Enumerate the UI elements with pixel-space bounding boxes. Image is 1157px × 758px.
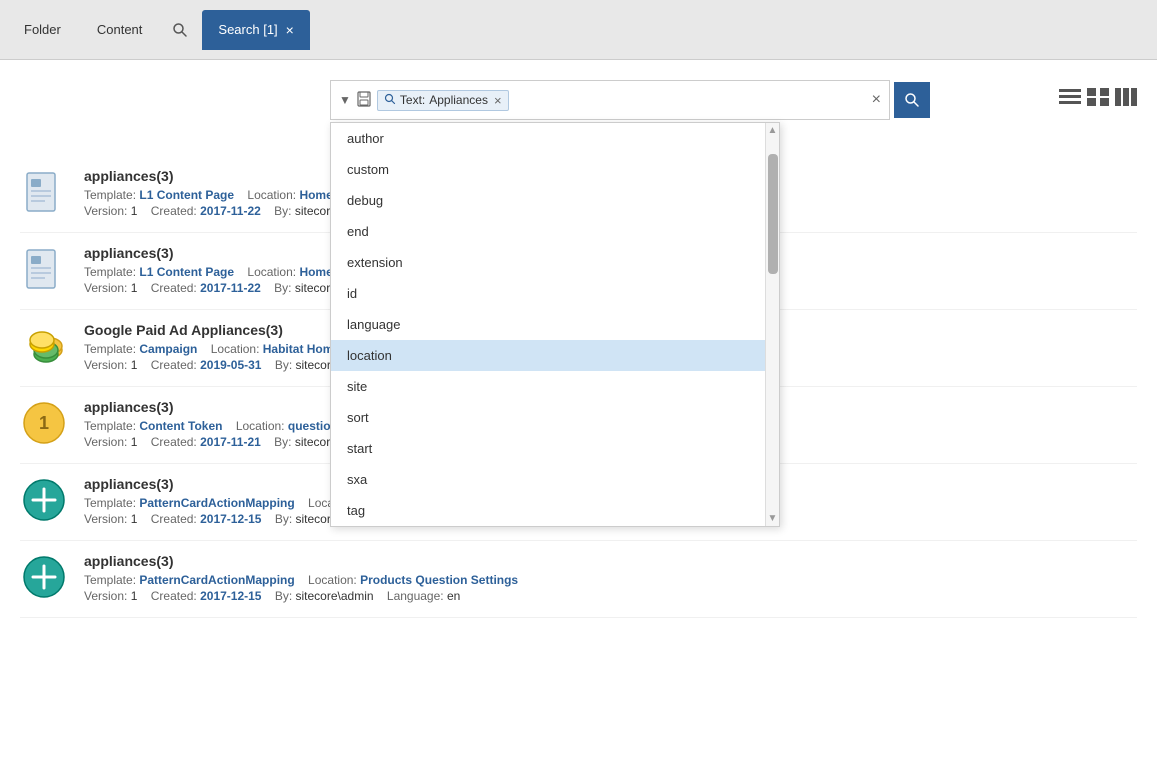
tab-folder[interactable]: Folder — [8, 10, 77, 50]
scrollbar-thumb[interactable] — [768, 154, 778, 274]
svg-text:1: 1 — [39, 413, 49, 433]
dropdown-item-site[interactable]: site — [331, 371, 765, 402]
dropdown-item-tag[interactable]: tag — [331, 495, 765, 526]
tab-folder-label: Folder — [24, 22, 61, 37]
search-tag: Text: Appliances × — [377, 90, 509, 111]
dropdown-item-sxa[interactable]: sxa — [331, 464, 765, 495]
result-meta6-line1: Template: PatternCardActionMapping Locat… — [84, 573, 1137, 587]
tab-search-close-icon[interactable]: × — [286, 22, 294, 38]
search-tag-prefix: Text: — [400, 93, 425, 107]
search-go-button[interactable] — [894, 82, 930, 118]
result-info-6: appliances(3) Template: PatternCardActio… — [84, 553, 1137, 605]
search-input[interactable] — [515, 93, 866, 108]
result-icon-plus-2 — [20, 553, 68, 601]
dropdown-item-debug[interactable]: debug — [331, 185, 765, 216]
search-dropdown: author custom debug end extension id lan… — [330, 122, 780, 527]
result-icon-coins — [20, 322, 68, 370]
tab-search-label: Search [1] — [218, 22, 277, 37]
dropdown-item-extension[interactable]: extension — [331, 247, 765, 278]
table-row: appliances(3) Template: PatternCardActio… — [20, 541, 1137, 618]
result-meta6-line2: Version: 1 Created: 2017-12-15 By: sitec… — [84, 589, 1137, 603]
dropdown-item-start[interactable]: start — [331, 433, 765, 464]
search-container: ▼ Text: Applia — [330, 80, 1137, 120]
dropdown-item-custom[interactable]: custom — [331, 154, 765, 185]
scrollbar-up-arrow[interactable]: ▲ — [766, 123, 780, 138]
tab-content-label: Content — [97, 22, 143, 37]
main-area: ▼ Text: Applia — [0, 60, 1157, 758]
search-clear-btn[interactable]: × — [872, 91, 881, 109]
tab-bar: Folder Content Search [1] × — [0, 0, 1157, 60]
search-bar: ▼ Text: Applia — [330, 80, 890, 120]
tab-search[interactable]: Search [1] × — [202, 10, 309, 50]
dropdown-item-id[interactable]: id — [331, 278, 765, 309]
dropdown-item-author[interactable]: author — [331, 123, 765, 154]
result-icon-page — [20, 168, 68, 216]
result-icon-plus-1 — [20, 476, 68, 524]
result-title-6: appliances(3) — [84, 553, 1137, 569]
filter-arrow-icon[interactable]: ▼ — [339, 93, 351, 107]
dropdown-item-end[interactable]: end — [331, 216, 765, 247]
dropdown-item-language[interactable]: language — [331, 309, 765, 340]
search-tag-remove[interactable]: × — [494, 93, 502, 108]
dropdown-list: author custom debug end extension id lan… — [331, 123, 765, 526]
dropdown-item-sort[interactable]: sort — [331, 402, 765, 433]
search-tag-value: Appliances — [429, 93, 488, 107]
dropdown-scrollbar[interactable]: ▲ ▼ — [765, 123, 779, 526]
result-icon-page-2 — [20, 245, 68, 293]
result-icon-token: 1 — [20, 399, 68, 447]
tab-content[interactable]: Content — [81, 10, 159, 50]
tag-search-icon — [384, 93, 396, 108]
dropdown-item-location[interactable]: location — [331, 340, 765, 371]
search-icon-tab-btn[interactable] — [162, 12, 198, 48]
save-icon[interactable] — [357, 91, 371, 110]
scrollbar-down-arrow[interactable]: ▼ — [766, 511, 780, 526]
